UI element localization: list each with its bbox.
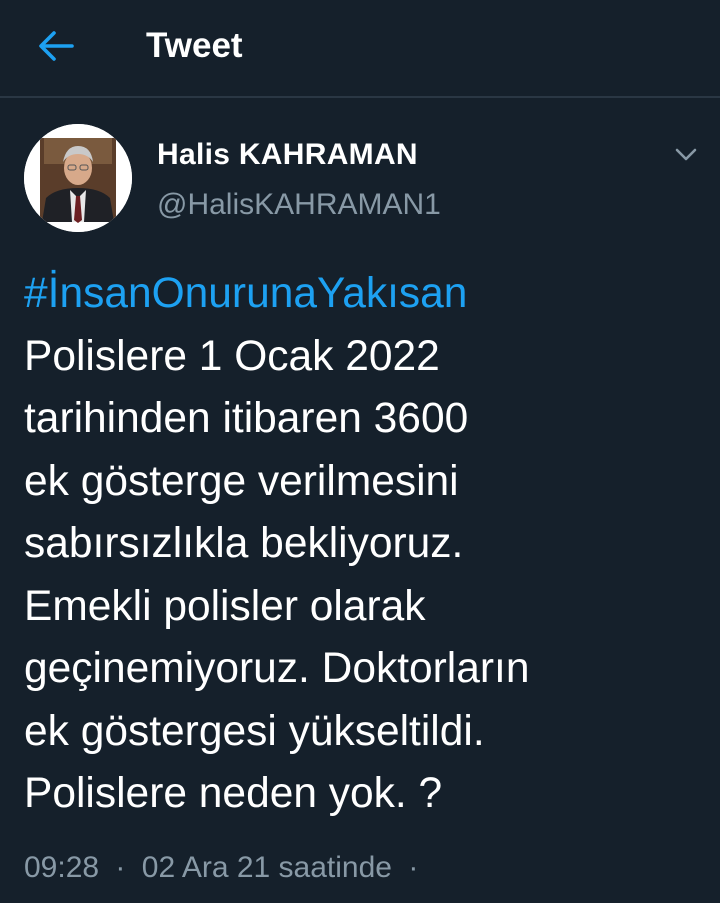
tweet-source-link-cutoff[interactable] xyxy=(24,893,344,903)
meta-separator: · xyxy=(408,851,419,884)
hashtag-link[interactable]: #İnsanOnurunaYakısan xyxy=(24,263,714,326)
profile-photo xyxy=(24,124,132,232)
source-link-text xyxy=(24,893,344,903)
top-bar: Tweet xyxy=(0,0,720,98)
tweet-text-line: tarihinden itibaren 3600 xyxy=(24,395,469,442)
back-button[interactable] xyxy=(34,26,78,66)
author-name[interactable]: Halis KAHRAMAN xyxy=(157,137,418,173)
tweet-date: 02 Ara 21 saatinde xyxy=(141,851,392,884)
tweet-menu-button[interactable] xyxy=(670,140,702,168)
tweet-text-line: ek gösterge verilmesini xyxy=(24,457,459,505)
tweet-text-line: geçinemiyoruz. Doktorların xyxy=(24,645,530,692)
page-title: Tweet xyxy=(146,26,243,65)
author-handle[interactable]: @HalisKAHRAMAN1 xyxy=(157,187,441,223)
avatar[interactable] xyxy=(24,124,132,232)
tweet-text-line: Emekli polisler olarak xyxy=(24,582,426,630)
tweet-text-line: sabırsızlıkla bekliyoruz. xyxy=(24,520,464,567)
tweet-meta: 09:28 · 02 Ara 21 saatinde · xyxy=(24,848,426,888)
tweet-text-line: ek göstergesi yükseltildi. xyxy=(24,707,485,755)
tweet-text-line: Polislere neden yok. ? xyxy=(24,770,443,817)
tweet-screen: Tweet Halis KAHRAMAN @HalisKAHRAMAN1 #İn… xyxy=(0,0,720,903)
chevron-down-icon xyxy=(675,148,697,161)
meta-separator: · xyxy=(115,851,126,884)
arrow-left-icon xyxy=(39,31,74,61)
tweet-text-line: Polislere 1 Ocak 2022 xyxy=(24,332,440,380)
tweet-time: 09:28 xyxy=(24,851,100,884)
tweet-text: #İnsanOnurunaYakısan Polislere 1 Ocak 20… xyxy=(24,263,714,826)
